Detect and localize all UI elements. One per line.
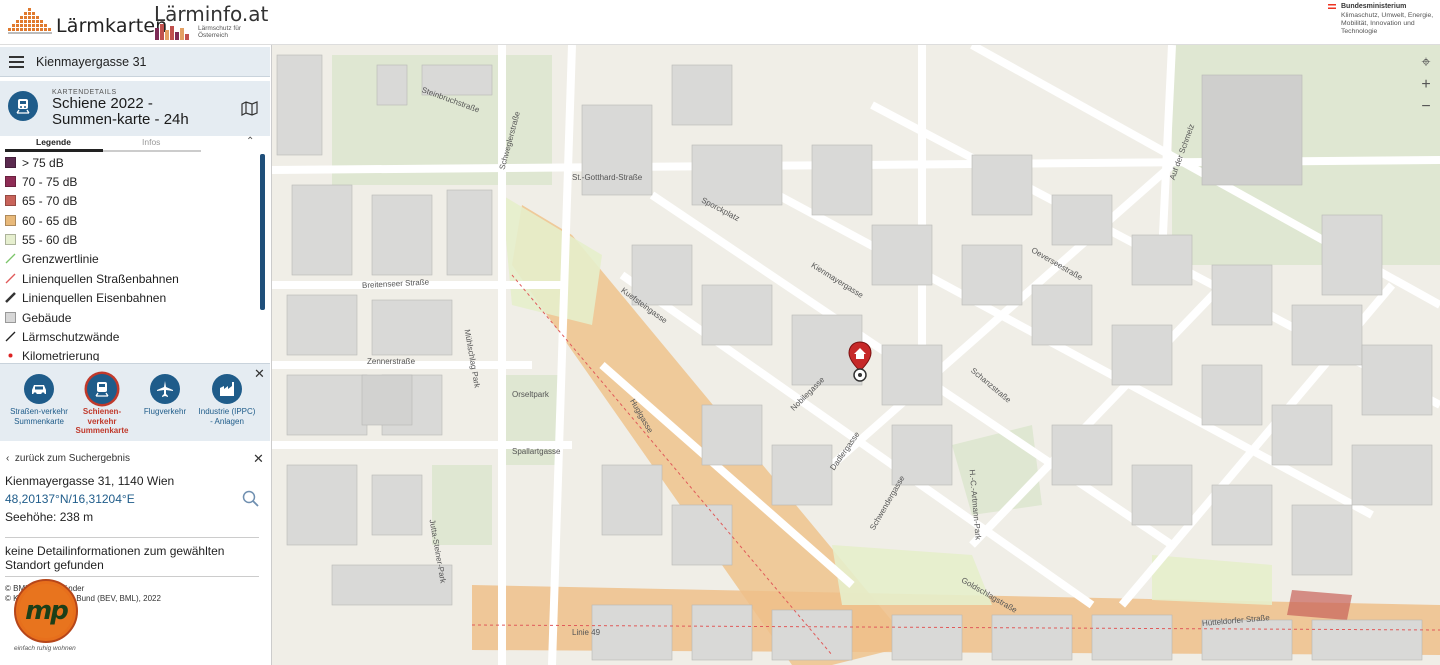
back-link[interactable]: ‹ zurück zum Suchergebnis	[6, 453, 130, 464]
chevron-up-icon[interactable]: ⌃	[246, 136, 254, 147]
map-icon[interactable]	[241, 101, 258, 116]
back-link-label: zurück zum Suchergebnis	[14, 453, 130, 464]
legend-item: Lärmschutzwände	[5, 327, 119, 346]
laerminfo-logo-subtitle: Lärmschutz für Österreich	[198, 25, 241, 39]
search-input[interactable]: Kienmayergasse 31	[36, 55, 146, 69]
austria-flag-icon	[1328, 4, 1336, 9]
locate-icon[interactable]: ⌖	[1415, 54, 1437, 72]
app-header: Lärmkarten Lärminfo.at Lärmschutz für Ös…	[0, 0, 1440, 45]
category-plane[interactable]: Flugverkehr	[135, 374, 195, 417]
search-icon[interactable]	[242, 490, 260, 508]
location-marker-icon[interactable]	[848, 341, 872, 383]
car-icon	[24, 374, 54, 404]
location-coordinates[interactable]: 48,20137°N/16,31204°E	[5, 492, 135, 506]
laermkarten-logo-text: Lärmkarten	[56, 15, 168, 37]
train-icon	[87, 374, 117, 404]
legend-line-icon	[5, 253, 16, 264]
legend-swatch	[5, 215, 16, 226]
legend-item: Gebäude	[5, 308, 71, 327]
location-detail: ‹ zurück zum Suchergebnis ✕ Kienmayergas…	[0, 445, 270, 665]
close-icon[interactable]: ✕	[253, 451, 264, 467]
train-icon	[8, 91, 38, 121]
category-train[interactable]: Schienen-verkehr Summenkarte	[72, 374, 132, 436]
legend-label: 65 - 70 dB	[22, 193, 78, 208]
tab-legend[interactable]: Legende	[36, 137, 71, 147]
category-panel: ✕ Straßen-verkehr Summenkarte Schienen-ve…	[0, 363, 270, 441]
legend-item: Kilometrierung	[5, 346, 99, 361]
ministry-logo[interactable]: Bundesministerium Klimaschutz, Umwelt, E…	[1328, 3, 1440, 43]
legend-item: 70 - 75 dB	[5, 172, 77, 191]
legend-label: Linienquellen Straßenbahnen	[22, 271, 179, 286]
legend-item: > 75 dB	[5, 153, 64, 172]
legend-item: 65 - 70 dB	[5, 191, 77, 210]
kilometer-dot-icon	[5, 350, 16, 361]
category-factory[interactable]: Industrie (IPPC) - Anlagen	[197, 374, 257, 426]
street-label: Orseltpark	[512, 390, 549, 399]
legend-line-icon	[5, 331, 16, 342]
legend-scrollbar[interactable]	[260, 154, 265, 310]
legend-label: 55 - 60 dB	[22, 232, 78, 247]
legend-label: 70 - 75 dB	[22, 174, 78, 189]
laerminfo-logo-text: Lärminfo.at	[154, 2, 269, 26]
legend-line-icon	[5, 292, 16, 303]
legend-label: Linienquellen Eisenbahnen	[22, 290, 167, 305]
map-controls: ⌖ + −	[1415, 54, 1437, 120]
laerminfo-logo[interactable]: Lärminfo.at Lärmschutz für Österreich	[152, 2, 272, 42]
laerminfo-logo-bars	[155, 24, 189, 40]
hamburger-menu-icon[interactable]	[9, 56, 24, 68]
tab-infos[interactable]: Infos	[142, 137, 160, 147]
legend-swatch	[5, 157, 16, 168]
divider	[5, 576, 259, 577]
legend-swatch	[5, 176, 16, 187]
factory-icon	[212, 374, 242, 404]
zoom-out-button[interactable]: −	[1415, 98, 1437, 116]
legend-item: Grenzwertlinie	[5, 249, 99, 268]
divider	[5, 537, 259, 538]
category-car[interactable]: Straßen-verkehr Summenkarte	[9, 374, 69, 426]
category-label: Industrie (IPPC) - Anlagen	[198, 407, 256, 426]
tab-active-indicator	[5, 149, 103, 152]
street-label: Linie 49	[572, 628, 601, 637]
tab-divider	[103, 150, 201, 152]
no-detail-message: keine Detailinformationen zum gewählten …	[5, 544, 225, 572]
mp-slogan: einfach ruhig wohnen	[14, 645, 76, 652]
legend-swatch	[5, 234, 16, 245]
legend-label: Kilometrierung	[22, 348, 100, 362]
legend-line-icon	[5, 273, 16, 284]
street-label: St.-Gotthard-Straße	[572, 173, 643, 182]
laermkarten-logo[interactable]: Lärmkarten	[6, 4, 167, 40]
location-address: Kienmayergasse 31, 1140 Wien	[5, 474, 175, 488]
map-details-header: KARTENDETAILS Schiene 2022 - Summen-kart…	[0, 81, 270, 136]
legend-label: Gebäude	[22, 310, 72, 325]
category-label: Flugverkehr	[143, 407, 187, 416]
category-label: Straßen-verkehr Summenkarte	[10, 407, 68, 426]
legend-label: Lärmschutzwände	[22, 329, 120, 344]
street-label: Spallartgasse	[512, 447, 561, 456]
street-label: Zennerstraße	[367, 357, 416, 366]
ministry-title: Bundesministerium	[1341, 3, 1407, 10]
mp-logo: mp	[14, 579, 78, 643]
detail-tabs: Legende Infos ⌃	[0, 136, 270, 152]
map-canvas[interactable]: Steinbruchstraße St.-Gotthard-Straße Sporc…	[272, 45, 1440, 665]
legend-list: > 75 dB 70 - 75 dB 65 - 70 dB 60 - 65 dB 55 …	[0, 153, 262, 361]
legend-item: Linienquellen Straßenbahnen	[5, 269, 179, 288]
search-bar[interactable]: Kienmayergasse 31	[0, 47, 270, 77]
legend-item: 60 - 65 dB	[5, 211, 77, 230]
sidebar: Kienmayergasse 31 KARTENDETAILS Schiene …	[0, 45, 272, 665]
building-swatch	[5, 312, 16, 323]
legend-label: 60 - 65 dB	[22, 213, 78, 228]
legend-item: Linienquellen Eisenbahnen	[5, 288, 166, 307]
legend-swatch	[5, 195, 16, 206]
card-title: Schiene 2022 - Summen-karte - 24h	[52, 95, 189, 128]
legend-label: Grenzwertlinie	[22, 251, 99, 266]
mp-logo-text: mp	[19, 584, 73, 638]
plane-icon	[150, 374, 180, 404]
zoom-in-button[interactable]: +	[1415, 76, 1437, 94]
ministry-subtitle: Klimaschutz, Umwelt, Energie, Mobilität,…	[1341, 12, 1434, 35]
legend-label: > 75 dB	[22, 155, 64, 170]
legend-item: 55 - 60 dB	[5, 230, 77, 249]
location-elevation: Seehöhe: 238 m	[5, 510, 94, 524]
category-label: Schienen-verkehr Summenkarte	[75, 407, 129, 435]
